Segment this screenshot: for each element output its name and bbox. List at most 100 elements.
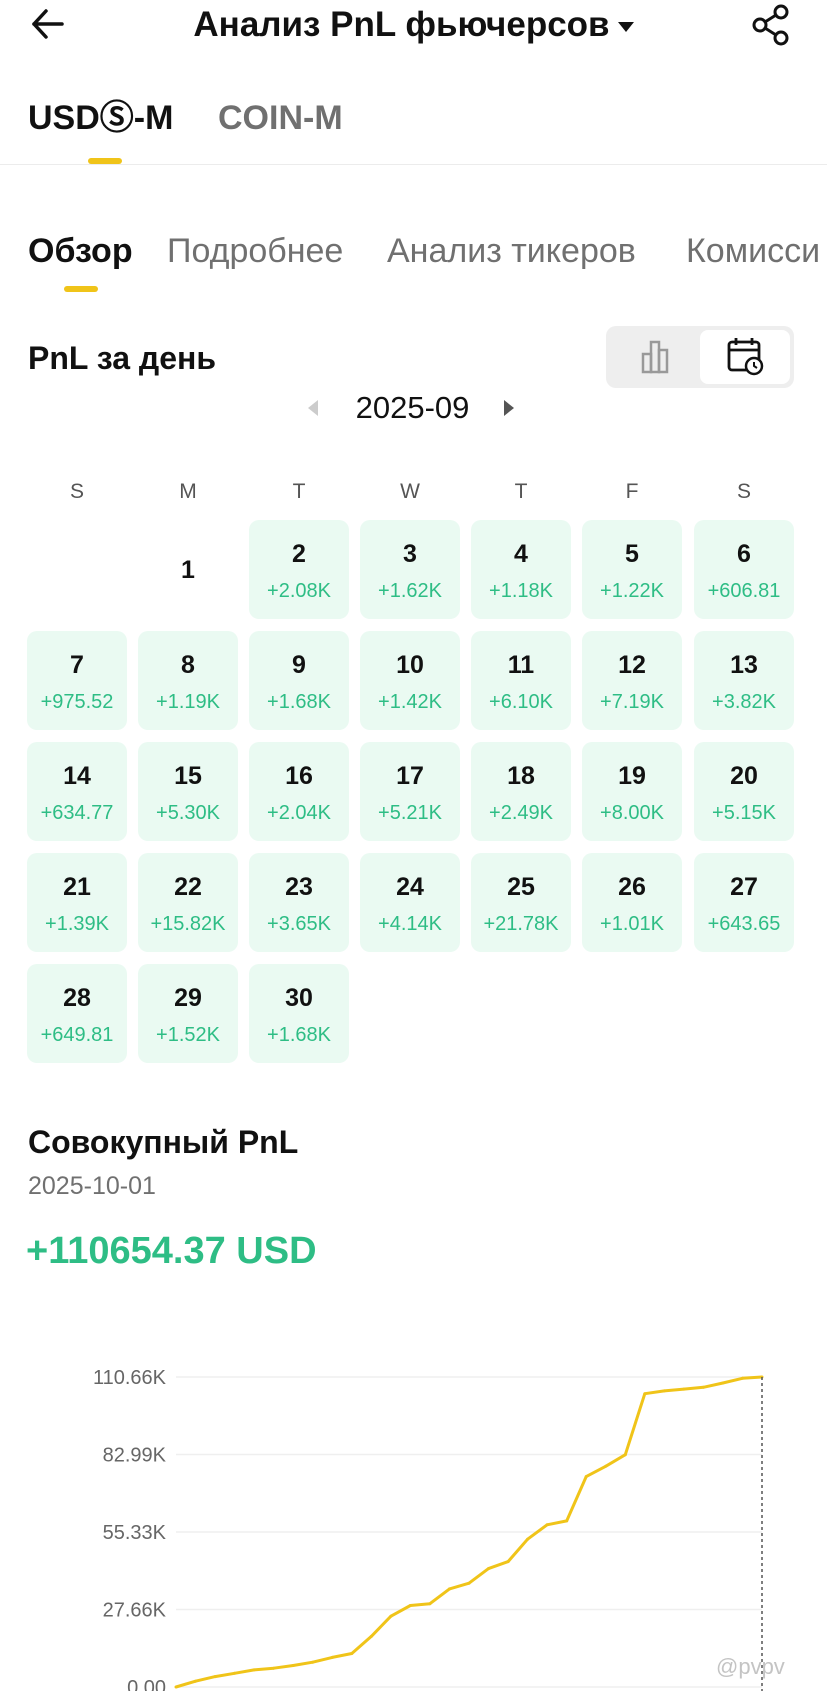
calendar-day-cell[interactable]: 3 +1.62K [360,520,460,619]
calendar-day-cell[interactable]: 27 +643.65 [694,853,794,952]
day-pnl-value: +1.68K [267,691,331,713]
tab-fees[interactable]: Комисси [686,228,820,274]
day-number: 16 [285,762,313,790]
chart-view-button[interactable] [610,330,700,384]
day-pnl-value: +1.22K [600,580,664,602]
calendar-day-cell[interactable]: 23 +3.65K [249,853,349,952]
share-icon [752,4,789,46]
day-pnl-value: +975.52 [40,691,114,713]
data-point [252,1668,256,1672]
data-point [350,1652,354,1655]
data-point [428,1602,432,1606]
day-number: 26 [618,873,646,901]
weekday-label: S [736,480,751,503]
day-number: 18 [507,762,535,790]
calendar-day-cell[interactable]: 28 +649.81 [27,964,127,1063]
cumulative-pnl-chart[interactable]: 110.66K 82.99K 55.33K 27.66K 0.00 [0,1330,827,1691]
calendar-day-cell[interactable]: 12 +7.19K [582,631,682,730]
calendar-day-cell[interactable]: 18 +2.49K [471,742,571,841]
data-point [311,1660,315,1664]
tab-usds-m[interactable]: USDⓈ-M [28,96,173,140]
day-number: 30 [285,984,313,1012]
day-pnl-value: +1.01K [600,913,664,935]
day-number: 9 [292,651,306,679]
calendar-day-cell[interactable]: 9 +1.68K [249,631,349,730]
data-point [545,1523,549,1527]
data-point [701,1385,705,1389]
calendar-day-cell[interactable]: 10 +1.42K [360,631,460,730]
calendar-day-cell[interactable]: 14 +634.77 [27,742,127,841]
calendar-day-cell[interactable]: 17 +5.21K [360,742,460,841]
page-title: Анализ PnL фьючерсов [193,5,610,44]
tab-details[interactable]: Подробнее [167,228,343,274]
triangle-left-icon [308,400,318,416]
tab-ticker-analysis[interactable]: Анализ тикеров [387,228,636,274]
day-pnl-value: +8.00K [600,802,664,824]
day-number: 11 [507,651,535,679]
daily-pnl-title: PnL за день [28,340,217,376]
day-pnl-value: +3.82K [712,691,776,713]
calendar-day-cell[interactable]: 24 +4.14K [360,853,460,952]
tab-coin-m[interactable]: COIN-M [218,96,343,140]
calendar-day-cell[interactable]: 29 +1.52K [138,964,238,1063]
calendar-view-button[interactable] [700,330,790,384]
calendar-day-cell[interactable]: 15 +5.30K [138,742,238,841]
day-number: 29 [174,984,202,1012]
page-title-dropdown[interactable]: Анализ PnL фьючерсов [0,2,827,48]
day-number: 10 [396,651,424,679]
day-pnl-value: +2.08K [267,580,331,602]
day-pnl-value: +1.42K [378,691,442,713]
data-point [369,1634,373,1638]
divider [0,164,827,165]
calendar-day-cell[interactable]: 6 +606.81 [694,520,794,619]
calendar-day-cell[interactable]: 30 +1.68K [249,964,349,1063]
data-point [408,1604,412,1607]
calendar-day-cell[interactable]: 4 +1.18K [471,520,571,619]
day-pnl-value: +1.62K [378,580,442,602]
day-number: 23 [285,873,313,901]
data-point [565,1519,569,1523]
calendar-day-cell[interactable]: 25 +21.78K [471,853,571,952]
data-point [291,1664,295,1667]
calendar-day-cell[interactable]: 8 +1.19K [138,631,238,730]
day-pnl-value: +4.14K [378,913,442,935]
day-pnl-value: +606.81 [707,580,781,602]
calendar-day-cell[interactable]: 1 [138,520,238,619]
cumulative-date: 2025-10-01 [28,1172,156,1200]
day-pnl-value: +634.77 [40,802,114,824]
cumulative-pnl-title: Совокупный PnL [28,1124,299,1160]
calendar-day-cell[interactable]: 13 +3.82K [694,631,794,730]
calendar-day-cell[interactable]: 7 +975.52 [27,631,127,730]
calendar-day-cell[interactable]: 19 +8.00K [582,742,682,841]
data-point [330,1655,334,1659]
next-month-button[interactable] [502,396,516,420]
y-tick-label: 55.33K [103,1522,167,1544]
weekday-label: T [292,480,306,503]
day-number: 14 [63,762,91,790]
day-pnl-value: +6.10K [489,691,553,713]
y-tick-label: 0.00 [127,1677,166,1691]
calendar-day-cell[interactable]: 26 +1.01K [582,853,682,952]
day-pnl-value: +1.52K [156,1024,220,1046]
calendar-day-cell[interactable]: 20 +5.15K [694,742,794,841]
data-point [272,1666,276,1670]
prev-month-button[interactable] [306,396,320,420]
calendar-day-cell[interactable]: 2 +2.08K [249,520,349,619]
day-number: 24 [396,873,424,901]
day-pnl-value: +1.18K [489,580,553,602]
data-point [682,1387,686,1391]
calendar-day-cell[interactable]: 5 +1.22K [582,520,682,619]
weekday-label: T [514,480,528,503]
calendar-day-cell[interactable]: 21 +1.39K [27,853,127,952]
month-label: 2025-09 [355,390,470,425]
day-pnl-value: +1.68K [267,1024,331,1046]
calendar-day-cell[interactable]: 22 +15.82K [138,853,238,952]
y-tick-label: 110.66K [93,1367,167,1389]
calendar-day-cell[interactable]: 16 +2.04K [249,742,349,841]
day-pnl-value: +15.82K [150,913,226,935]
share-button[interactable] [748,2,794,48]
calendar-day-cell[interactable]: 11 +6.10K [471,631,571,730]
tab-overview[interactable]: Обзор [28,228,133,274]
y-tick-label: 82.99K [103,1445,167,1467]
data-point [467,1581,471,1585]
